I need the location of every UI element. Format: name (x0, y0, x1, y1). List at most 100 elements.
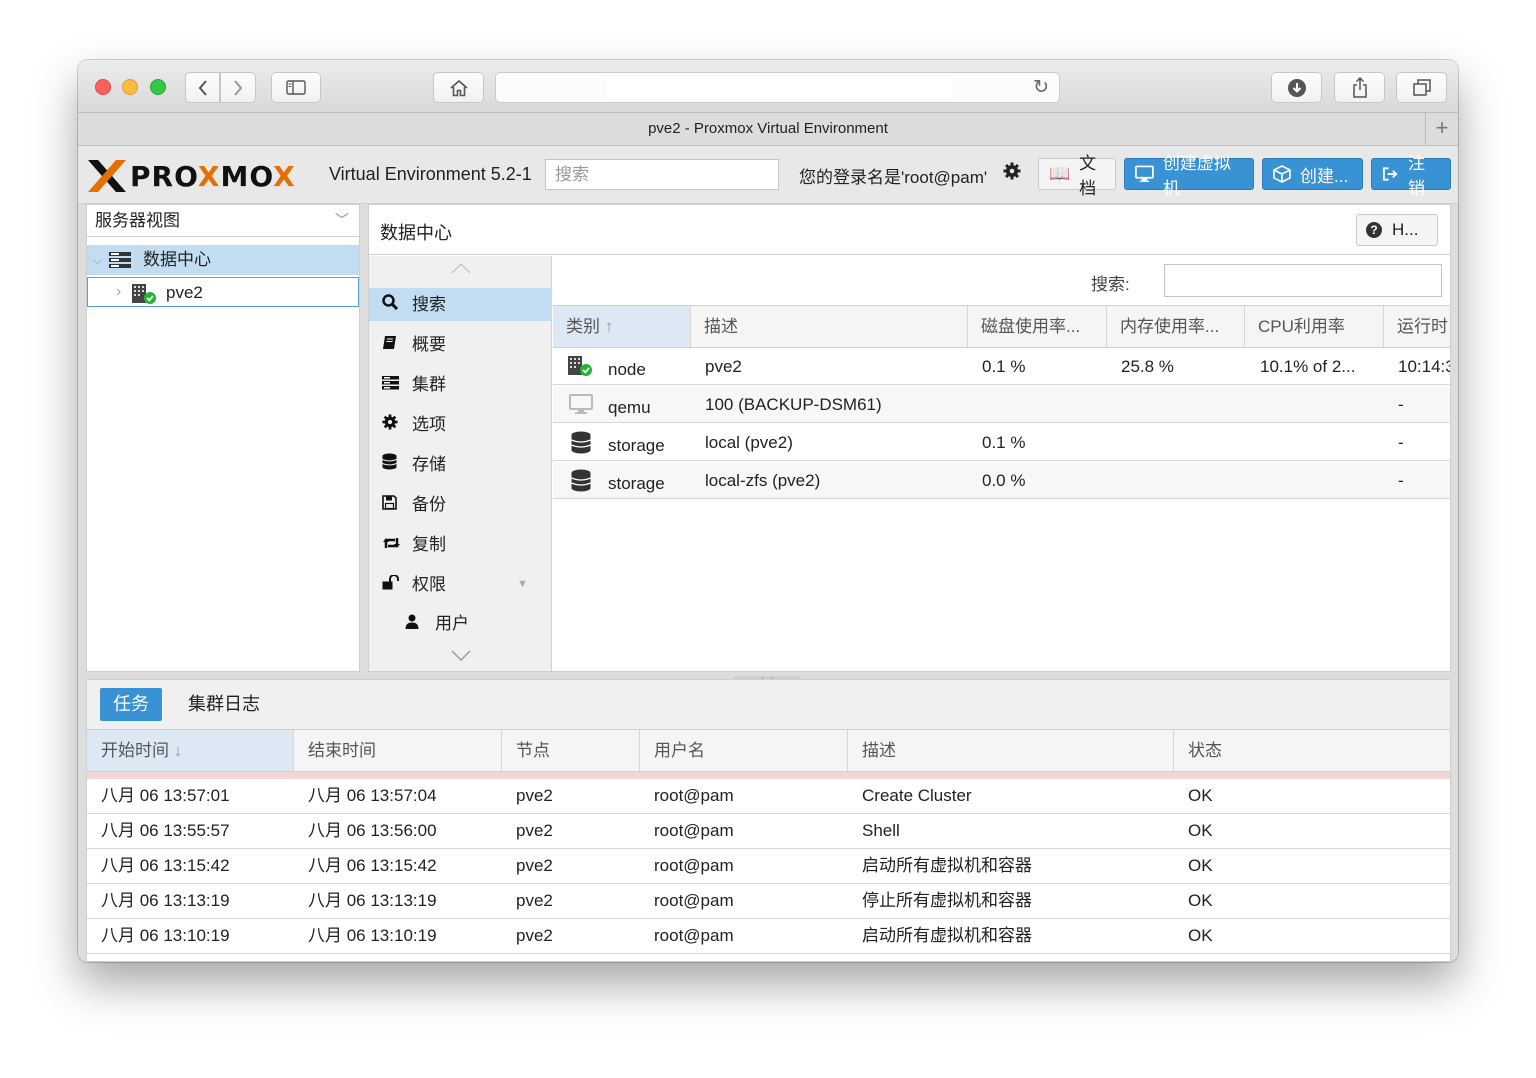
table-row[interactable]: node pve2 0.1 % 25.8 % 10.1% of 2... 10:… (553, 348, 1450, 385)
table-row[interactable]: 八月 06 13:55:57 八月 06 13:56:00 pve2 root@… (87, 814, 1450, 849)
table-row[interactable]: 八月 06 13:13:19 八月 06 13:13:19 pve2 root@… (87, 884, 1450, 919)
nav-item-permissions[interactable]: 权限 ▼ (369, 568, 552, 601)
window-minimize-button[interactable] (122, 79, 138, 95)
cell-node: pve2 (516, 786, 553, 805)
address-text (606, 79, 952, 97)
cell-uptime: - (1398, 433, 1404, 452)
tree-label-node: pve2 (166, 283, 203, 302)
floppy-icon (382, 495, 400, 510)
cell-description: 停止所有虚拟机和容器 (862, 891, 1032, 910)
column-header-memory[interactable]: 内存使用率... (1107, 306, 1245, 347)
nav-item-users[interactable]: 用户 (369, 607, 552, 640)
download-icon (1287, 78, 1306, 97)
back-button[interactable] (185, 72, 220, 103)
forward-button[interactable] (220, 72, 256, 103)
login-info: 您的登录名是'root@pam' (799, 168, 988, 187)
nav-item-options[interactable]: 选项 (369, 408, 552, 441)
nav-item-storage[interactable]: 存储 (369, 448, 552, 481)
table-row[interactable]: storage local (pve2) 0.1 % - (553, 424, 1450, 461)
share-button[interactable] (1334, 72, 1385, 103)
table-row[interactable]: 八月 06 13:15:42 八月 06 13:15:42 pve2 root@… (87, 849, 1450, 884)
address-bar[interactable]: ↻ (495, 72, 1060, 103)
home-icon (449, 79, 468, 96)
browser-tab-title[interactable]: pve2 - Proxmox Virtual Environment (648, 120, 888, 137)
cell-disk: 0.1 % (982, 433, 1026, 452)
nav-item-cluster[interactable]: 集群 (369, 368, 552, 401)
logout-button[interactable]: 注销 (1371, 154, 1451, 198)
content-panel: 数据中心 ? H... 搜索 概要 集群 选项 存储 备份 复制 权限 ▼ 用户… (368, 204, 1451, 672)
nav-item-search[interactable]: 搜索 (369, 288, 552, 321)
tree-expand-icon[interactable]: ⌵ (93, 245, 102, 275)
cell-cpu: 10.1% of 2... (1260, 357, 1356, 376)
window-close-button[interactable] (95, 79, 111, 95)
nav-item-summary[interactable]: 概要 (369, 328, 552, 361)
grid-search-input[interactable] (1164, 264, 1442, 297)
sidebar-toggle-button[interactable] (271, 72, 321, 103)
cell-end-time: 八月 06 13:57:04 (308, 786, 437, 805)
book-icon (382, 335, 400, 350)
cell-end-time: 八月 06 13:15:42 (308, 856, 437, 875)
nav-item-replication[interactable]: 复制 (369, 528, 552, 561)
running-task-row (87, 772, 1450, 779)
caret-down-icon[interactable]: ▼ (517, 568, 528, 601)
column-header-type[interactable]: 类别 ↑ (553, 306, 691, 347)
nav-scroll-down-icon[interactable] (451, 650, 471, 662)
cell-description: Shell (862, 821, 900, 840)
new-tab-button[interactable]: + (1425, 113, 1458, 145)
create-ct-button[interactable]: 创建... (1262, 158, 1363, 190)
cell-end-time: 八月 06 13:56:00 (308, 821, 437, 840)
browser-toolbar: ↻ (78, 60, 1458, 113)
gear-icon[interactable] (1003, 162, 1021, 180)
cell-end-time: 八月 06 13:10:19 (308, 926, 437, 945)
retweet-icon (382, 536, 400, 550)
tree-item-datacenter[interactable]: ⌵ 数据中心 (87, 245, 359, 275)
nav-scroll-up-icon[interactable] (451, 262, 471, 274)
column-header-status[interactable]: 状态 (1174, 730, 1450, 771)
cell-description: Create Cluster (862, 786, 972, 805)
help-button[interactable]: ? H... (1356, 214, 1438, 246)
tabs-overview-button[interactable] (1396, 72, 1447, 103)
home-button[interactable] (433, 72, 484, 103)
question-circle-icon: ? (1366, 222, 1382, 238)
column-header-disk[interactable]: 磁盘使用率... (968, 306, 1107, 347)
cell-start-time: 八月 06 13:57:01 (101, 786, 230, 805)
database-icon (571, 469, 591, 492)
cell-memory: 25.8 % (1121, 357, 1174, 376)
column-header-user[interactable]: 用户名 (640, 730, 848, 771)
proxmox-header: PROXMOX Virtual Environment 5.2-1 搜索 您的登… (78, 146, 1458, 204)
tab-cluster-log[interactable]: 集群日志 (175, 688, 273, 721)
tab-tasks[interactable]: 任务 (100, 688, 162, 721)
table-row[interactable]: 八月 06 13:57:01 八月 06 13:57:04 pve2 root@… (87, 779, 1450, 814)
column-header-end-time[interactable]: 结束时间 (294, 730, 502, 771)
cell-start-time: 八月 06 13:10:19 (101, 926, 230, 945)
downloads-button[interactable] (1271, 72, 1322, 103)
column-header-description[interactable]: 描述 (691, 306, 968, 347)
search-results-grid: 搜索: 类别 ↑ 描述 磁盘使用率... 内存使用率... CPU利用率 运行时… (553, 256, 1450, 671)
table-row[interactable]: qemu 100 (BACKUP-DSM61) - (553, 386, 1450, 423)
node-online-icon (568, 356, 592, 376)
create-vm-button[interactable]: 创建虚拟机 (1124, 154, 1254, 198)
table-row[interactable]: 八月 06 13:10:19 八月 06 13:10:19 pve2 root@… (87, 919, 1450, 954)
server-icon (109, 252, 131, 268)
tabs-icon (1412, 79, 1431, 96)
content-header: 数据中心 ? H... (369, 205, 1450, 255)
view-selector[interactable]: 服务器视图 ﹀ (87, 205, 359, 237)
node-online-icon (132, 284, 156, 304)
tree-item-node-pve2[interactable]: › pve2 (87, 277, 359, 307)
column-header-start-time[interactable]: 开始时间 ↓ (87, 730, 294, 771)
column-header-uptime[interactable]: 运行时 (1384, 306, 1450, 347)
column-header-cpu[interactable]: CPU利用率 (1245, 306, 1384, 347)
reload-icon[interactable]: ↻ (1033, 76, 1049, 99)
column-header-node[interactable]: 节点 (502, 730, 640, 771)
chevron-right-icon (234, 79, 243, 96)
chevron-right-icon[interactable]: › (116, 277, 121, 307)
nav-item-backup[interactable]: 备份 (369, 488, 552, 521)
cell-type: qemu (608, 398, 651, 417)
docs-button[interactable]: 📖 文档 (1038, 154, 1116, 198)
gear-icon (382, 414, 400, 430)
column-header-description[interactable]: 描述 (848, 730, 1174, 771)
window-maximize-button[interactable] (150, 79, 166, 95)
table-row[interactable]: storage local-zfs (pve2) 0.0 % - (553, 462, 1450, 499)
cell-start-time: 八月 06 13:55:57 (101, 821, 230, 840)
global-search-input[interactable]: 搜索 (545, 159, 779, 190)
